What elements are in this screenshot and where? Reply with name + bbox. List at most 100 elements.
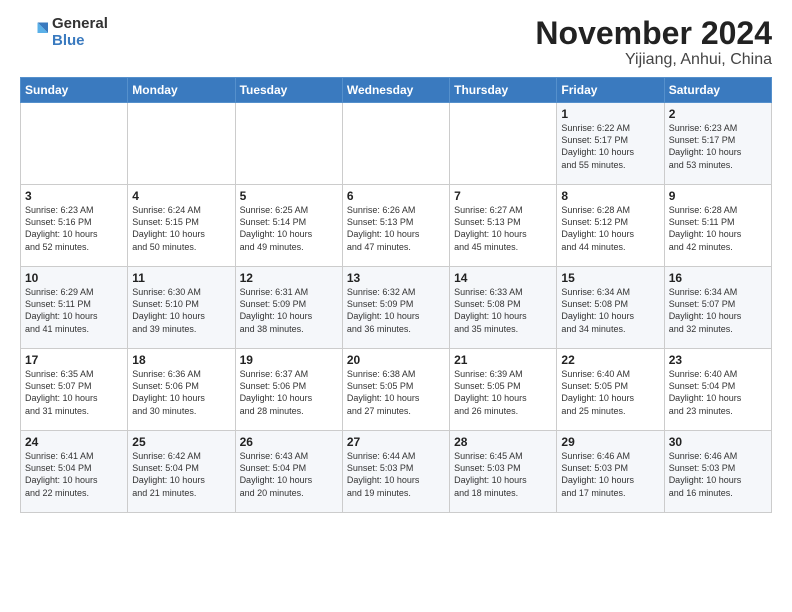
calendar-week-row: 10Sunrise: 6:29 AM Sunset: 5:11 PM Dayli… [21, 267, 772, 349]
day-number: 18 [132, 353, 230, 367]
day-info: Sunrise: 6:24 AM Sunset: 5:15 PM Dayligh… [132, 204, 230, 253]
day-info: Sunrise: 6:29 AM Sunset: 5:11 PM Dayligh… [25, 286, 123, 335]
day-number: 24 [25, 435, 123, 449]
calendar-cell: 30Sunrise: 6:46 AM Sunset: 5:03 PM Dayli… [664, 431, 771, 513]
day-info: Sunrise: 6:27 AM Sunset: 5:13 PM Dayligh… [454, 204, 552, 253]
weekday-header: Wednesday [342, 78, 449, 103]
day-number: 6 [347, 189, 445, 203]
day-info: Sunrise: 6:31 AM Sunset: 5:09 PM Dayligh… [240, 286, 338, 335]
calendar-week-row: 24Sunrise: 6:41 AM Sunset: 5:04 PM Dayli… [21, 431, 772, 513]
weekday-header: Tuesday [235, 78, 342, 103]
page: General Blue November 2024 Yijiang, Anhu… [0, 0, 792, 612]
calendar-cell: 21Sunrise: 6:39 AM Sunset: 5:05 PM Dayli… [450, 349, 557, 431]
day-info: Sunrise: 6:33 AM Sunset: 5:08 PM Dayligh… [454, 286, 552, 335]
day-info: Sunrise: 6:38 AM Sunset: 5:05 PM Dayligh… [347, 368, 445, 417]
day-number: 7 [454, 189, 552, 203]
day-info: Sunrise: 6:41 AM Sunset: 5:04 PM Dayligh… [25, 450, 123, 499]
month-title: November 2024 [535, 16, 772, 51]
calendar-cell: 8Sunrise: 6:28 AM Sunset: 5:12 PM Daylig… [557, 185, 664, 267]
day-info: Sunrise: 6:44 AM Sunset: 5:03 PM Dayligh… [347, 450, 445, 499]
location: Yijiang, Anhui, China [535, 51, 772, 69]
day-number: 11 [132, 271, 230, 285]
calendar-cell: 1Sunrise: 6:22 AM Sunset: 5:17 PM Daylig… [557, 103, 664, 185]
day-info: Sunrise: 6:40 AM Sunset: 5:05 PM Dayligh… [561, 368, 659, 417]
logo-general: General [52, 16, 108, 33]
weekday-header: Saturday [664, 78, 771, 103]
calendar-cell [128, 103, 235, 185]
calendar-cell: 13Sunrise: 6:32 AM Sunset: 5:09 PM Dayli… [342, 267, 449, 349]
calendar-cell: 2Sunrise: 6:23 AM Sunset: 5:17 PM Daylig… [664, 103, 771, 185]
calendar-cell: 9Sunrise: 6:28 AM Sunset: 5:11 PM Daylig… [664, 185, 771, 267]
calendar-cell: 6Sunrise: 6:26 AM Sunset: 5:13 PM Daylig… [342, 185, 449, 267]
calendar-cell: 28Sunrise: 6:45 AM Sunset: 5:03 PM Dayli… [450, 431, 557, 513]
logo-icon [20, 19, 48, 47]
day-info: Sunrise: 6:25 AM Sunset: 5:14 PM Dayligh… [240, 204, 338, 253]
day-number: 26 [240, 435, 338, 449]
title-area: November 2024 Yijiang, Anhui, China [535, 16, 772, 69]
day-number: 1 [561, 107, 659, 121]
day-number: 22 [561, 353, 659, 367]
calendar-cell: 25Sunrise: 6:42 AM Sunset: 5:04 PM Dayli… [128, 431, 235, 513]
logo-text: General Blue [52, 16, 108, 49]
calendar-cell: 14Sunrise: 6:33 AM Sunset: 5:08 PM Dayli… [450, 267, 557, 349]
day-number: 3 [25, 189, 123, 203]
day-number: 28 [454, 435, 552, 449]
calendar-cell: 11Sunrise: 6:30 AM Sunset: 5:10 PM Dayli… [128, 267, 235, 349]
day-info: Sunrise: 6:45 AM Sunset: 5:03 PM Dayligh… [454, 450, 552, 499]
day-number: 30 [669, 435, 767, 449]
calendar-cell: 18Sunrise: 6:36 AM Sunset: 5:06 PM Dayli… [128, 349, 235, 431]
weekday-header: Monday [128, 78, 235, 103]
day-number: 16 [669, 271, 767, 285]
calendar-cell: 26Sunrise: 6:43 AM Sunset: 5:04 PM Dayli… [235, 431, 342, 513]
calendar-cell [450, 103, 557, 185]
day-number: 27 [347, 435, 445, 449]
day-info: Sunrise: 6:23 AM Sunset: 5:16 PM Dayligh… [25, 204, 123, 253]
logo-blue: Blue [52, 33, 108, 50]
calendar-cell [342, 103, 449, 185]
weekday-row: SundayMondayTuesdayWednesdayThursdayFrid… [21, 78, 772, 103]
day-number: 10 [25, 271, 123, 285]
day-number: 20 [347, 353, 445, 367]
day-info: Sunrise: 6:46 AM Sunset: 5:03 PM Dayligh… [669, 450, 767, 499]
calendar-cell: 23Sunrise: 6:40 AM Sunset: 5:04 PM Dayli… [664, 349, 771, 431]
calendar-week-row: 3Sunrise: 6:23 AM Sunset: 5:16 PM Daylig… [21, 185, 772, 267]
calendar-cell: 5Sunrise: 6:25 AM Sunset: 5:14 PM Daylig… [235, 185, 342, 267]
calendar-header: SundayMondayTuesdayWednesdayThursdayFrid… [21, 78, 772, 103]
day-info: Sunrise: 6:39 AM Sunset: 5:05 PM Dayligh… [454, 368, 552, 417]
day-info: Sunrise: 6:34 AM Sunset: 5:07 PM Dayligh… [669, 286, 767, 335]
day-number: 19 [240, 353, 338, 367]
day-number: 15 [561, 271, 659, 285]
day-info: Sunrise: 6:40 AM Sunset: 5:04 PM Dayligh… [669, 368, 767, 417]
day-info: Sunrise: 6:35 AM Sunset: 5:07 PM Dayligh… [25, 368, 123, 417]
calendar-cell: 15Sunrise: 6:34 AM Sunset: 5:08 PM Dayli… [557, 267, 664, 349]
day-number: 9 [669, 189, 767, 203]
calendar-cell [235, 103, 342, 185]
day-info: Sunrise: 6:34 AM Sunset: 5:08 PM Dayligh… [561, 286, 659, 335]
weekday-header: Sunday [21, 78, 128, 103]
calendar-cell: 24Sunrise: 6:41 AM Sunset: 5:04 PM Dayli… [21, 431, 128, 513]
day-info: Sunrise: 6:28 AM Sunset: 5:12 PM Dayligh… [561, 204, 659, 253]
day-number: 17 [25, 353, 123, 367]
calendar-cell: 12Sunrise: 6:31 AM Sunset: 5:09 PM Dayli… [235, 267, 342, 349]
calendar-cell: 22Sunrise: 6:40 AM Sunset: 5:05 PM Dayli… [557, 349, 664, 431]
day-info: Sunrise: 6:43 AM Sunset: 5:04 PM Dayligh… [240, 450, 338, 499]
day-info: Sunrise: 6:30 AM Sunset: 5:10 PM Dayligh… [132, 286, 230, 335]
header: General Blue November 2024 Yijiang, Anhu… [20, 16, 772, 69]
day-info: Sunrise: 6:32 AM Sunset: 5:09 PM Dayligh… [347, 286, 445, 335]
day-info: Sunrise: 6:37 AM Sunset: 5:06 PM Dayligh… [240, 368, 338, 417]
calendar-cell: 29Sunrise: 6:46 AM Sunset: 5:03 PM Dayli… [557, 431, 664, 513]
calendar-cell: 17Sunrise: 6:35 AM Sunset: 5:07 PM Dayli… [21, 349, 128, 431]
logo: General Blue [20, 16, 108, 49]
day-number: 4 [132, 189, 230, 203]
calendar-week-row: 1Sunrise: 6:22 AM Sunset: 5:17 PM Daylig… [21, 103, 772, 185]
day-number: 5 [240, 189, 338, 203]
day-number: 25 [132, 435, 230, 449]
calendar-cell: 20Sunrise: 6:38 AM Sunset: 5:05 PM Dayli… [342, 349, 449, 431]
calendar-cell: 7Sunrise: 6:27 AM Sunset: 5:13 PM Daylig… [450, 185, 557, 267]
day-info: Sunrise: 6:23 AM Sunset: 5:17 PM Dayligh… [669, 122, 767, 171]
day-info: Sunrise: 6:22 AM Sunset: 5:17 PM Dayligh… [561, 122, 659, 171]
day-number: 13 [347, 271, 445, 285]
day-number: 21 [454, 353, 552, 367]
day-number: 12 [240, 271, 338, 285]
day-info: Sunrise: 6:26 AM Sunset: 5:13 PM Dayligh… [347, 204, 445, 253]
